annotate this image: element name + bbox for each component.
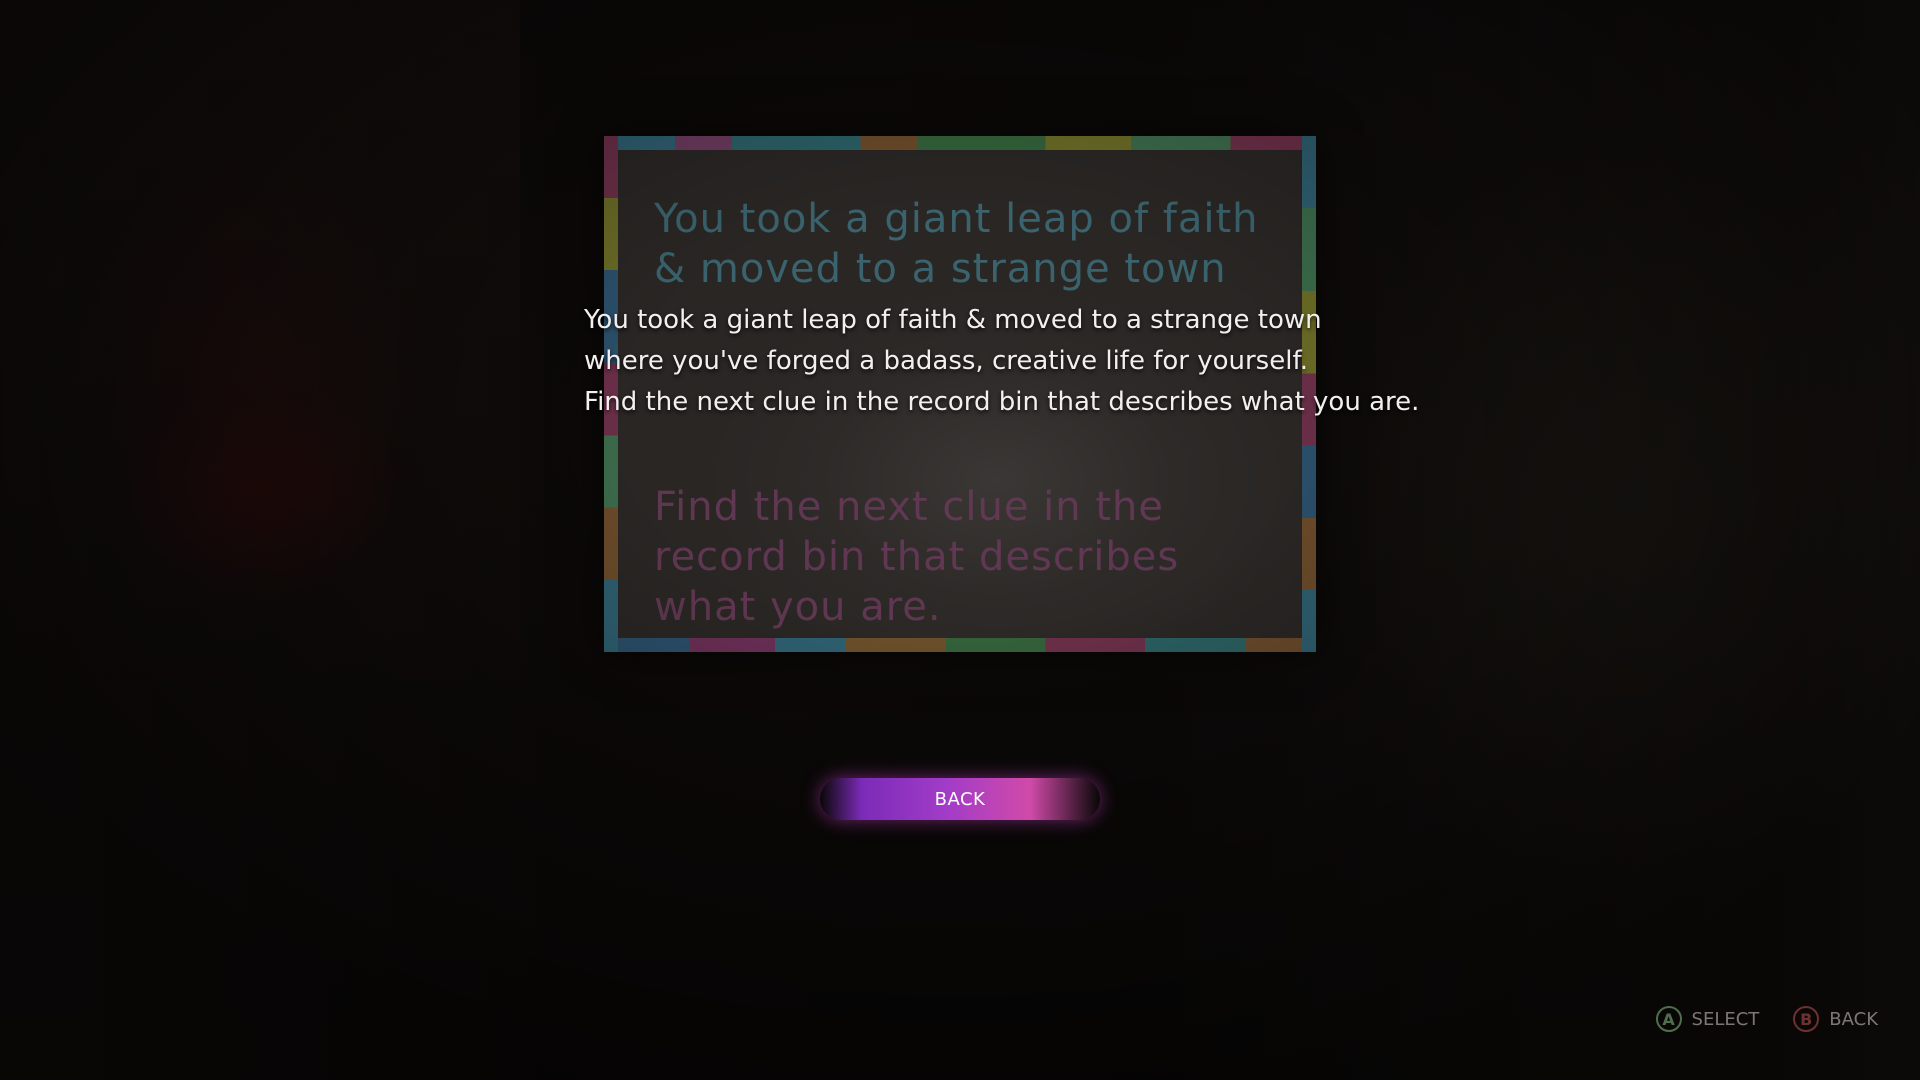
- a-button-icon: A: [1655, 1006, 1682, 1032]
- caption-line: Find the next clue in the record bin tha…: [584, 387, 1420, 417]
- note-handwriting-bottom: Find the next clue in the record bin tha…: [654, 484, 1180, 630]
- hint-select[interactable]: A SELECT: [1655, 1006, 1760, 1032]
- caption-line: where you've forged a badass, creative l…: [584, 346, 1308, 376]
- note-border-bottom: [604, 638, 1316, 652]
- note-handwriting-top: You took a giant leap of faith & moved t…: [654, 196, 1259, 292]
- caption-line: You took a giant leap of faith & moved t…: [584, 305, 1322, 335]
- background-right-blur: [1800, 0, 1920, 1080]
- back-button[interactable]: BACK: [820, 778, 1100, 820]
- controller-hints: A SELECT B BACK: [1655, 1006, 1878, 1032]
- b-button-icon: B: [1793, 1006, 1820, 1032]
- game-screen: You took a giant leap of faith & moved t…: [0, 0, 1920, 1080]
- hint-back[interactable]: B BACK: [1793, 1006, 1878, 1032]
- hint-back-label: BACK: [1829, 1008, 1878, 1030]
- hint-select-label: SELECT: [1691, 1008, 1760, 1030]
- note-caption: You took a giant leap of faith & moved t…: [584, 300, 1420, 423]
- note-border-top: [604, 136, 1316, 150]
- background-left-blur: [0, 0, 520, 680]
